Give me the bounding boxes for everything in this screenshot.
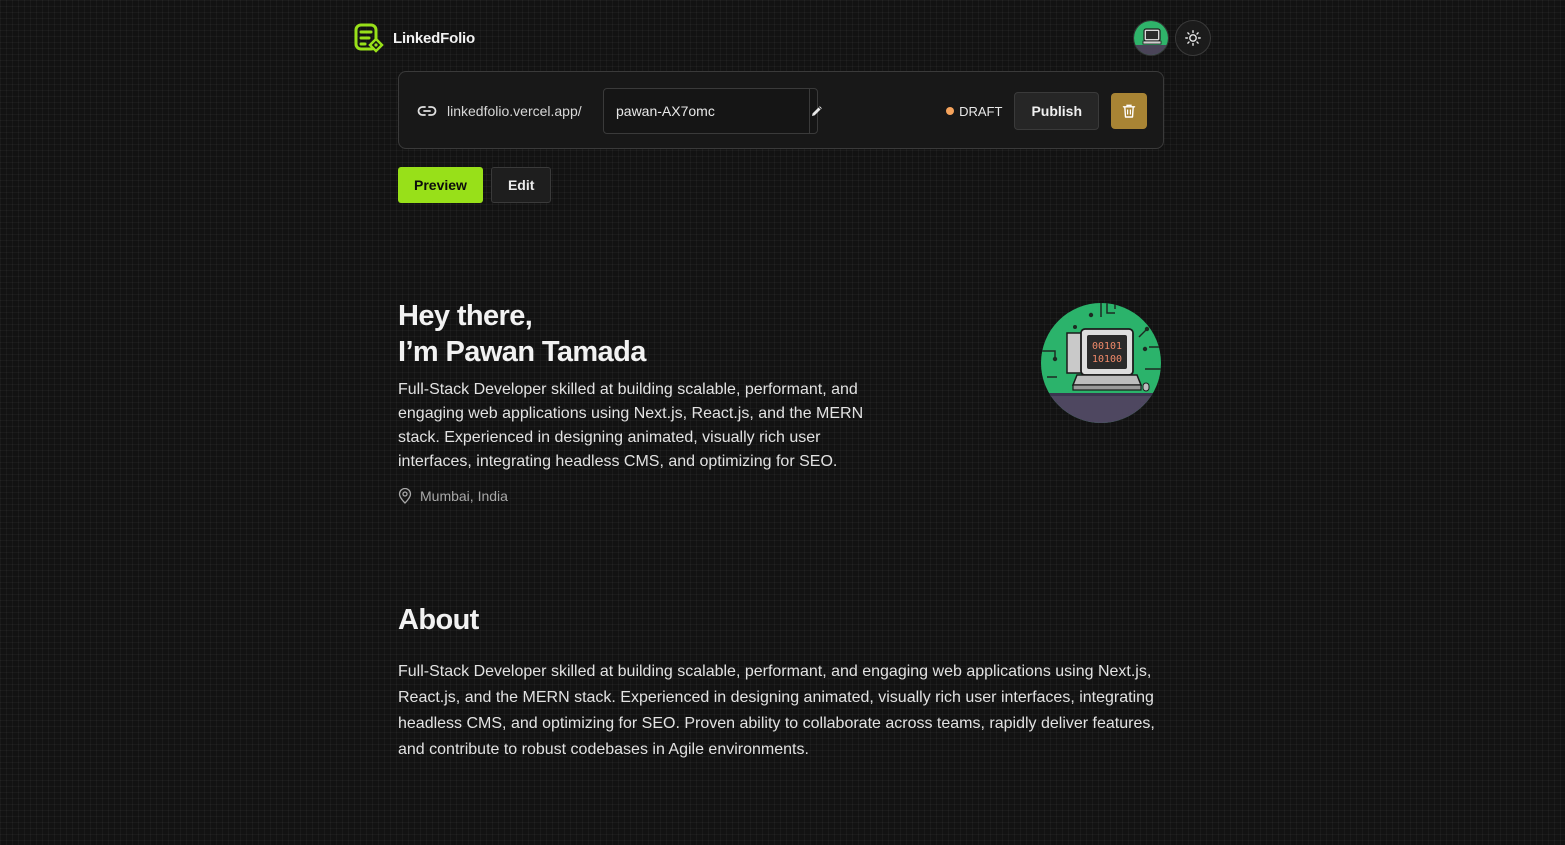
location-text: Mumbai, India	[420, 488, 508, 504]
portfolio-url-bar: linkedfolio.vercel.app/ DRAFT Publish	[398, 71, 1164, 149]
slug-input[interactable]	[604, 89, 809, 133]
map-pin-icon	[398, 488, 412, 504]
brand[interactable]: LinkedFolio	[353, 20, 475, 56]
slug-field-group	[603, 88, 822, 134]
tab-preview[interactable]: Preview	[398, 167, 483, 203]
delete-button[interactable]	[1111, 93, 1147, 129]
status-badge: DRAFT	[946, 104, 1002, 119]
hero-greeting: Hey there,	[398, 300, 533, 332]
user-avatar-icon[interactable]	[1133, 20, 1169, 56]
trash-icon	[1122, 104, 1136, 118]
top-header: LinkedFolio	[353, 20, 1211, 56]
hero-bio: Full-Stack Developer skilled at building…	[398, 381, 864, 470]
link-icon	[417, 106, 437, 116]
theme-toggle-button[interactable]	[1175, 20, 1211, 56]
edit-slug-button[interactable]	[809, 89, 824, 133]
profile-avatar-computer-icon: 00101 10100	[1041, 303, 1161, 423]
about-section: About Full-Stack Developer skilled at bu…	[398, 602, 1164, 763]
publish-button[interactable]: Publish	[1014, 92, 1099, 130]
url-prefix-group: linkedfolio.vercel.app/	[417, 72, 582, 150]
brand-name: LinkedFolio	[393, 29, 475, 47]
about-heading: About	[398, 604, 479, 636]
hero-section: Hey there, I’m Pawan Tamada Full-Stack D…	[398, 298, 1164, 504]
linkedfolio-logo-icon	[354, 23, 384, 53]
svg-text:10100: 10100	[1092, 354, 1122, 365]
url-prefix: linkedfolio.vercel.app/	[447, 103, 582, 119]
tab-edit[interactable]: Edit	[490, 167, 552, 203]
svg-text:00101: 00101	[1092, 341, 1122, 352]
status-text: DRAFT	[959, 103, 1003, 119]
pencil-icon	[812, 106, 822, 116]
hero-name: I’m Pawan Tamada	[398, 336, 646, 368]
view-tabs: Preview Edit	[398, 167, 552, 203]
publish-actions: DRAFT Publish	[946, 72, 1147, 150]
location: Mumbai, India	[398, 488, 1164, 504]
status-dot	[946, 107, 955, 115]
sun-icon	[1185, 30, 1201, 46]
header-actions	[1133, 20, 1211, 56]
about-text: Full-Stack Developer skilled at building…	[398, 663, 1155, 758]
